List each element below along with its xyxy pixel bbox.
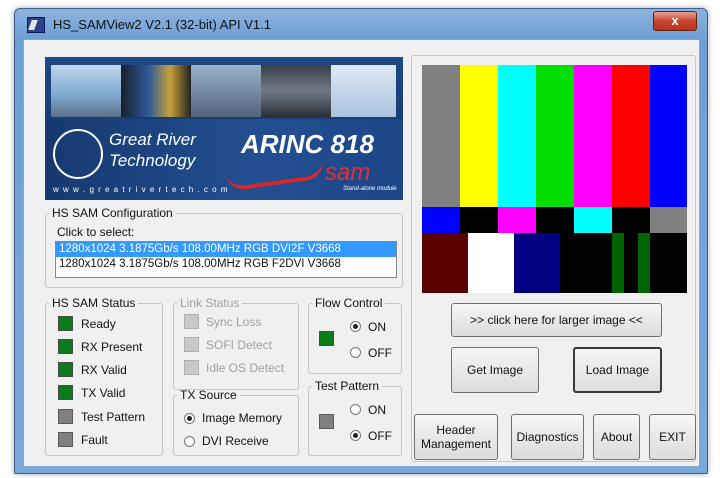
idle-os-detect-label: Idle OS Detect: [206, 361, 285, 375]
test-off-radio[interactable]: [350, 430, 361, 441]
header-management-button[interactable]: Header Management: [414, 414, 498, 460]
aircraft-photo-strip: [51, 65, 396, 117]
sofi-detect-led: [184, 337, 199, 352]
test-pattern-group-led: [319, 414, 334, 429]
test-on-radio[interactable]: [350, 404, 361, 415]
product-tagline: Stand-alone module: [343, 186, 397, 192]
diagnostics-button[interactable]: Diagnostics: [511, 414, 584, 460]
exit-button[interactable]: EXIT: [649, 414, 696, 460]
get-image-button[interactable]: Get Image: [451, 347, 539, 393]
tx-valid-label: TX Valid: [81, 386, 126, 400]
company-banner: Great River Technology w w w . g r e a t…: [45, 57, 403, 200]
flow-on-label[interactable]: ON: [368, 320, 386, 334]
header-management-line2: Management: [420, 437, 492, 451]
app-window: HS_SAMView2 V2.1 (32-bit) API V1.1 x Gre…: [14, 8, 708, 474]
sync-loss-label: Sync Loss: [206, 315, 262, 329]
company-name-line2: Technology: [109, 151, 196, 170]
sync-loss-led: [184, 314, 199, 329]
ready-label: Ready: [81, 317, 116, 331]
test-off-label[interactable]: OFF: [368, 429, 392, 443]
dvi-receive-label[interactable]: DVI Receive: [202, 434, 269, 448]
flow-on-radio[interactable]: [350, 321, 361, 332]
flow-control-led: [319, 331, 334, 346]
flow-off-label[interactable]: OFF: [368, 346, 392, 360]
config-option-2[interactable]: 1280x1024 3.1875Gb/s 108.00MHz RGB F2DVI…: [56, 257, 396, 272]
flow-off-radio[interactable]: [350, 347, 361, 358]
rx-present-label: RX Present: [81, 340, 143, 354]
product-name: ARINC 818: [241, 129, 374, 159]
color-bars-preview[interactable]: [422, 65, 687, 293]
test-pattern-legend: Test Pattern: [315, 379, 380, 393]
company-name-line1: Great River: [109, 130, 196, 149]
header-management-line1: Header: [436, 423, 476, 437]
ready-led: [58, 316, 73, 331]
tx-valid-led: [58, 385, 73, 400]
title-bar[interactable]: HS_SAMView2 V2.1 (32-bit) API V1.1 x: [15, 9, 707, 39]
status-legend: HS SAM Status: [52, 296, 136, 310]
test-pattern-status-label: Test Pattern: [81, 410, 146, 424]
logo-swoosh: [224, 158, 326, 192]
fault-label: Fault: [81, 433, 108, 447]
rx-present-led: [58, 339, 73, 354]
fault-led: [58, 432, 73, 447]
config-listbox[interactable]: 1280x1024 3.1875Gb/s 108.00MHz RGB DVI2F…: [55, 241, 397, 278]
image-memory-radio[interactable]: [184, 413, 195, 424]
larger-image-button[interactable]: >> click here for larger image <<: [451, 303, 662, 337]
idle-os-detect-led: [184, 360, 199, 375]
app-icon: [27, 17, 45, 33]
test-pattern-led: [58, 409, 73, 424]
product-subname: sam: [325, 159, 371, 186]
load-image-button[interactable]: Load Image: [573, 347, 662, 393]
company-url: w w w . g r e a t r i v e r t e c h . c …: [53, 185, 229, 194]
flow-control-legend: Flow Control: [315, 296, 383, 310]
window-title: HS_SAMView2 V2.1 (32-bit) API V1.1: [53, 17, 271, 32]
config-prompt: Click to select:: [57, 225, 135, 239]
tx-source-legend: TX Source: [180, 388, 237, 402]
client-area: Great River Technology w w w . g r e a t…: [23, 39, 700, 467]
image-memory-label[interactable]: Image Memory: [202, 411, 282, 425]
test-on-label[interactable]: ON: [368, 403, 386, 417]
dvi-receive-radio[interactable]: [184, 436, 195, 447]
rx-valid-led: [58, 362, 73, 377]
sofi-detect-label: SOFI Detect: [206, 338, 273, 352]
about-button[interactable]: About: [593, 414, 640, 460]
link-status-legend: Link Status: [180, 296, 240, 310]
company-logo: [53, 129, 103, 179]
config-legend: HS SAM Configuration: [52, 206, 173, 220]
config-option-1[interactable]: 1280x1024 3.1875Gb/s 108.00MHz RGB DVI2F…: [56, 242, 396, 257]
rx-valid-label: RX Valid: [81, 363, 127, 377]
close-button[interactable]: x: [653, 11, 697, 31]
